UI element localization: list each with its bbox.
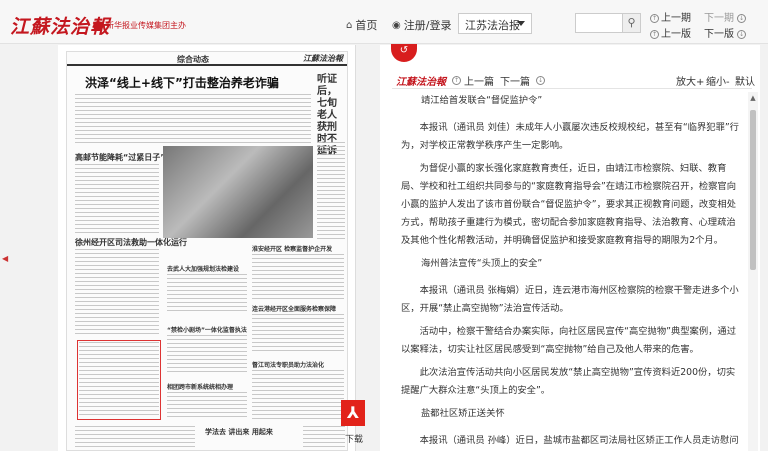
page-header: 综合动态 江蘇法治報 [67,52,347,66]
text-block [252,314,344,354]
page-subhead[interactable]: 去武人大加强规划法检建设 [167,264,239,273]
text-block [317,142,345,242]
text-block [75,94,311,144]
zoom-default-button[interactable]: 默认 [735,73,755,88]
page-headline[interactable]: 洪泽“线上+线下”打击整治养老诈骗 [85,74,279,91]
page-bottom-headline[interactable]: 学法去 讲出来 用起来 [205,427,273,437]
article-logo: 江蘇法治報 [396,77,446,88]
prev-article-link[interactable]: 上一篇 [464,73,494,88]
publisher-label: 新华报业传媒集团主办 [93,20,186,31]
arrow-up-icon: ↑ [650,30,659,39]
page-subhead[interactable]: 相团跨市新系统统相办理 [167,382,233,391]
prev-page-link[interactable]: ↑ 上一版 [650,25,691,40]
article-subheading: 靖江给首发联合“督促监护令” [421,95,543,106]
pdf-icon: ⅄ [346,403,360,422]
search-input[interactable] [575,13,623,33]
paper-select[interactable]: 江苏法治报 [458,13,532,34]
next-article-link[interactable]: 下一篇 [500,73,530,88]
article-paragraph: 本报讯（通讯员 孙峰）近日，盐城市盐都区司法局社区矫正工作人员走访慰问社区矫正对… [419,435,739,446]
next-issue-link[interactable]: 下一期 ↓ [704,9,748,24]
article-subheading: 海州普法宣传“头顶上的安全” [421,258,543,269]
home-icon: ⌂ [346,19,353,31]
arrow-down-icon: ↓ [737,14,746,23]
zoom-in-button[interactable]: 放大+ [676,73,704,88]
prev-page-arrow-icon[interactable]: ◀ [2,254,8,263]
search-icon: ⚲ [627,16,636,29]
text-block [303,426,345,448]
top-bar: 江蘇法治報 新华报业传媒集团主办 ⌂ 首页 ◉ 注册/登录 江苏法治报 ⚲ ↑ 上一期… [0,0,768,44]
zoom-out-button[interactable]: 缩小- [706,73,730,88]
arrow-down-icon: ↓ [737,30,746,39]
article-body: 靖江给首发联合“督促监护令” 本报讯（通讯员 刘佳）未成年人小赢屡次违反校规校纪，… [401,92,741,451]
pdf-download-button[interactable]: ⅄ [341,400,365,426]
text-block [75,164,159,234]
article-paragraph: 活动中，检察干警结合办案实际，向社区居民宣传“高空抛物”典型案例，通过以案释法，… [401,326,737,355]
article-subheading: 盐都社区矫正送关怀 [421,408,505,419]
page-subhead[interactable]: 督江司法专职员助力法治化 [252,360,324,369]
page-headline-3[interactable]: 徐州经开区司法救助一体化运行 [75,237,187,248]
refresh-icon: ↺ [399,45,409,56]
search-button[interactable]: ⚲ [623,13,641,33]
text-block [252,254,344,299]
arrow-down-icon: ↓ [536,76,545,85]
user-icon: ◉ [392,19,401,31]
news-photo[interactable] [163,146,313,238]
article-toolbar: 江蘇法治報 ↑ 上一篇 下一篇 ↓ [396,73,548,88]
article-paragraph: 本报讯（通讯员 刘佳）未成年人小赢屡次违反校规校纪，甚至有“临界犯罪”行为，对学… [401,122,739,151]
caret-down-icon [517,21,525,26]
newspaper-page[interactable]: 综合动态 江蘇法治報 洪泽“线上+线下”打击整治养老诈骗 听证后，七旬老人获刑时… [66,51,348,451]
page-viewer: 综合动态 江蘇法治報 洪泽“线上+线下”打击整治养老诈骗 听证后，七旬老人获刑时… [58,45,356,451]
article-paragraph: 本报讯（通讯员 张梅娟）近日，连云港市海州区检察院的检察干警走进多个小区，开展“… [401,285,739,314]
scroll-up-arrow-icon[interactable]: ▲ [748,94,758,102]
xinhua-logo-icon [93,20,103,31]
download-label[interactable]: 下载 [345,432,363,445]
page-subhead[interactable]: 连云港经开区全面服务检察保障 [252,304,336,313]
article-paragraph: 为督促小赢的家长强化家庭教育责任，近日，由靖江市检察院、妇联、教育局、学校和社工… [401,163,737,246]
text-block [167,335,247,375]
home-link[interactable]: ⌂ 首页 [346,17,377,33]
text-block [167,392,247,420]
text-block [75,426,195,448]
text-block [79,342,159,418]
text-block [252,370,344,420]
arrow-up-icon: ↑ [650,14,659,23]
text-block [167,274,247,314]
page-subhead[interactable]: “禁检小剧场”一体化监督执法 [167,325,247,334]
page-subhead[interactable]: 淮安经开区 检察监督护企开发 [252,244,332,253]
prev-issue-link[interactable]: ↑ 上一期 [650,9,691,24]
text-block [75,249,159,334]
article-paragraph: 此次法治宣传活动共向小区居民发放“禁止高空抛物”宣传资料近200份，切实提醒广大… [401,367,736,396]
arrow-up-icon: ↑ [452,76,461,85]
divider [392,88,752,89]
next-page-link[interactable]: 下一版 ↓ [704,25,748,40]
scrollbar-thumb[interactable] [750,110,756,270]
login-link[interactable]: ◉ 注册/登录 [392,17,451,33]
page-headline-2[interactable]: 高邮节能降耗“过紧日子” [75,152,166,163]
